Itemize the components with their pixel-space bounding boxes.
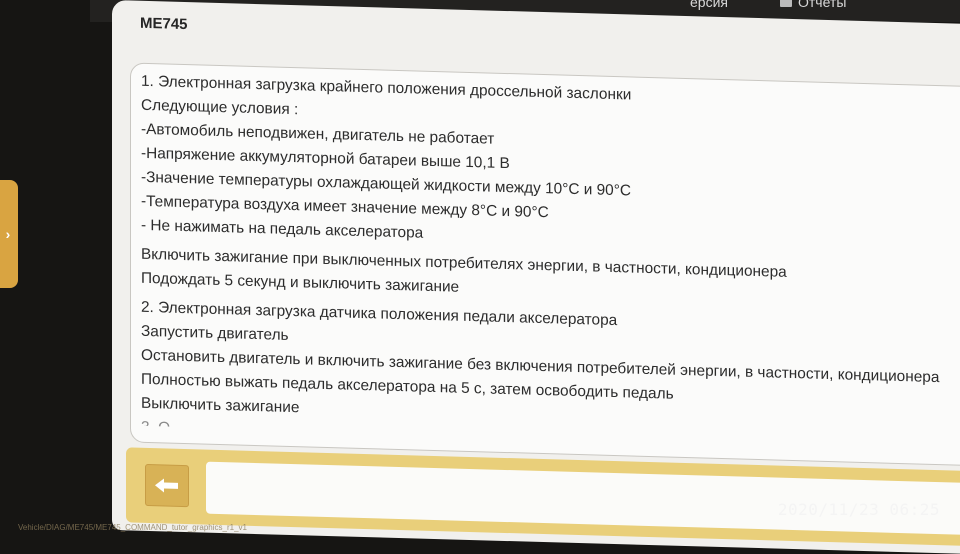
tab-reports-label: Отчеты [798, 0, 847, 10]
procedure-panel: 1. Электронная загрузка крайнего положен… [130, 62, 960, 467]
back-button[interactable] [145, 463, 189, 508]
tab-reports[interactable]: Отчеты [780, 0, 846, 10]
arrow-left-icon [155, 478, 178, 493]
bottom-toolbar [126, 447, 960, 547]
procedure-screen: ME745 1. Электронная загрузка крайнего п… [112, 0, 960, 554]
photo-timestamp: 2020/11/23 06:25 [777, 500, 940, 519]
chevron-right-icon: › [5, 226, 11, 242]
model-title: ME745 [140, 14, 188, 34]
message-area [206, 461, 960, 536]
reports-icon [780, 0, 792, 7]
tab-version[interactable]: ерсия [690, 0, 728, 10]
side-panel-toggle[interactable]: › [0, 180, 18, 288]
footer-path: Vehicle/DIAG/ME745/ME745_COMMAND_tutor_g… [18, 523, 247, 532]
